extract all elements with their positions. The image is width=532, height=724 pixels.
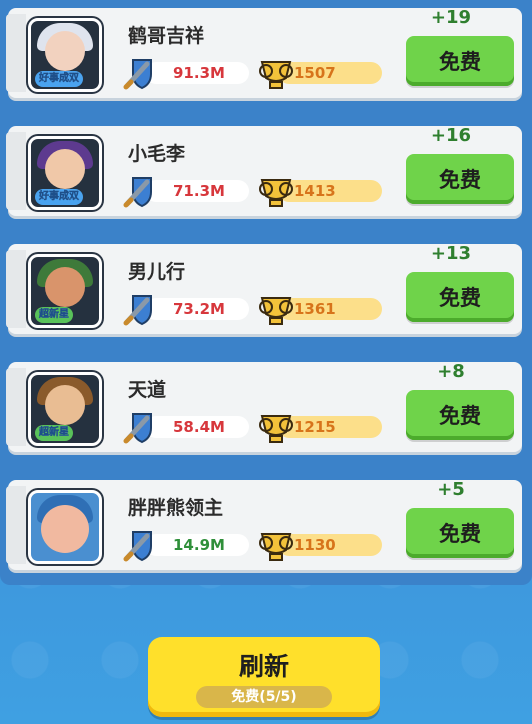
- reward-points: +16: [430, 125, 472, 146]
- trophy-icon: [259, 297, 293, 325]
- trophy-icon: [259, 415, 293, 443]
- avatar-badge: 好事成双: [35, 189, 83, 205]
- power-value: 91.3M: [173, 64, 225, 82]
- trophy-stat: 1361: [256, 294, 382, 325]
- power-value: 71.3M: [173, 182, 225, 200]
- reward-points: +19: [430, 7, 472, 28]
- player-avatar[interactable]: 超新星: [28, 254, 102, 328]
- row-notch: [6, 486, 26, 564]
- trophy-icon: [259, 179, 293, 207]
- opponent-row: 超新星 男儿行 73.2M 1361 +13 免费: [6, 243, 522, 334]
- power-value: 73.2M: [173, 300, 225, 318]
- trophy-value: 1507: [294, 64, 336, 82]
- opponent-row: 胖胖熊领主 14.9M 1130 +5 免费: [6, 479, 522, 570]
- trophy-stat: 1215: [256, 412, 382, 443]
- player-name: 鹤哥吉祥: [128, 25, 205, 47]
- player-name: 小毛李: [128, 143, 186, 165]
- avatar-face: [45, 385, 85, 425]
- player-name: 天道: [128, 379, 167, 401]
- power-stat: 58.4M: [123, 408, 249, 444]
- power-stat: 73.2M: [123, 290, 249, 326]
- row-notch: [6, 14, 26, 92]
- opponent-row: 好事成双 小毛李 71.3M 1413 +16 免费: [6, 125, 522, 216]
- sword-shield-icon: [123, 295, 152, 326]
- sword-shield-icon: [123, 177, 152, 208]
- reward-points: +8: [437, 361, 465, 382]
- reward-points: +13: [430, 243, 472, 264]
- sword-shield-icon: [123, 531, 152, 562]
- free-challenge-button[interactable]: 免费: [406, 272, 514, 322]
- reward-points: +5: [437, 479, 465, 500]
- trophy-stat: 1413: [256, 176, 382, 207]
- free-challenge-button[interactable]: 免费: [406, 36, 514, 86]
- free-challenge-button[interactable]: 免费: [406, 508, 514, 558]
- power-stat: 71.3M: [123, 172, 249, 208]
- trophy-value: 1413: [294, 182, 336, 200]
- avatar-badge: 好事成双: [35, 71, 83, 87]
- power-value: 14.9M: [173, 536, 225, 554]
- player-avatar[interactable]: 好事成双: [28, 18, 102, 92]
- avatar-face: [45, 31, 85, 71]
- refresh-button[interactable]: 刷新 免费(5/5): [148, 637, 380, 717]
- player-name: 男儿行: [128, 261, 186, 283]
- trophy-value: 1130: [294, 536, 336, 554]
- power-stat: 91.3M: [123, 54, 249, 90]
- row-notch: [6, 368, 26, 446]
- free-challenge-button[interactable]: 免费: [406, 154, 514, 204]
- avatar-face: [45, 149, 85, 189]
- refresh-free-count: 免费(5/5): [196, 686, 332, 708]
- player-avatar[interactable]: 好事成双: [28, 136, 102, 210]
- trophy-icon: [259, 61, 293, 89]
- row-notch: [6, 132, 26, 210]
- player-name: 胖胖熊领主: [128, 497, 224, 519]
- trophy-icon: [259, 533, 293, 561]
- opponent-list-panel: 好事成双 鹤哥吉祥 91.3M 1507 +19 免费 好事成双 小毛李 71.…: [0, 0, 532, 585]
- avatar-badge: 超新星: [35, 307, 73, 323]
- free-challenge-button[interactable]: 免费: [406, 390, 514, 440]
- trophy-value: 1215: [294, 418, 336, 436]
- opponent-row: 超新星 天道 58.4M 1215 +8 免费: [6, 361, 522, 452]
- power-value: 58.4M: [173, 418, 225, 436]
- refresh-label: 刷新: [238, 652, 289, 681]
- trophy-stat: 1130: [256, 530, 382, 561]
- trophy-value: 1361: [294, 300, 336, 318]
- power-stat: 14.9M: [123, 526, 249, 562]
- avatar-badge: 超新星: [35, 425, 73, 441]
- avatar-face: [41, 505, 89, 553]
- player-avatar[interactable]: 超新星: [28, 372, 102, 446]
- row-notch: [6, 250, 26, 328]
- trophy-stat: 1507: [256, 58, 382, 89]
- opponent-row: 好事成双 鹤哥吉祥 91.3M 1507 +19 免费: [6, 7, 522, 98]
- player-avatar[interactable]: [28, 490, 102, 564]
- sword-shield-icon: [123, 413, 152, 444]
- sword-shield-icon: [123, 59, 152, 90]
- avatar-face: [45, 267, 85, 307]
